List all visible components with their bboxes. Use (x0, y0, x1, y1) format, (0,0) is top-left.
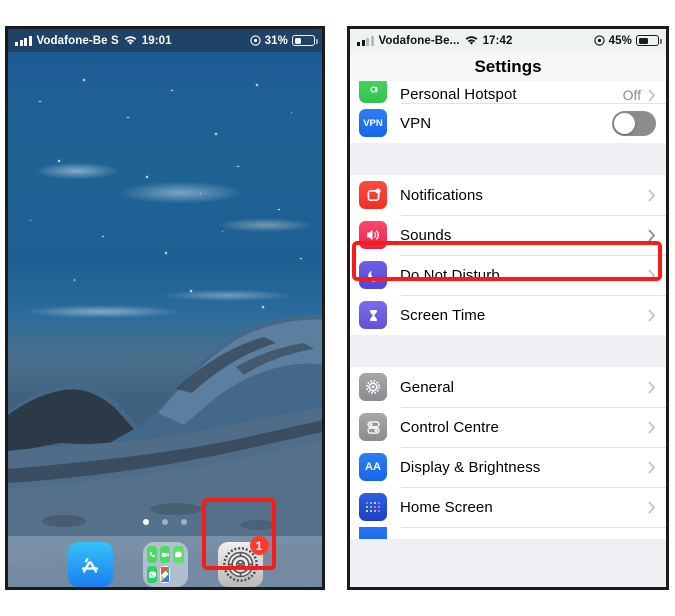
left-battery-percent: 31% (264, 34, 288, 47)
chevron-right-icon (648, 461, 656, 474)
left-clock: 19:01 (141, 34, 172, 47)
page-dot-2[interactable] (162, 519, 168, 525)
settings-group-general: General Control Centre AA Display & Brig… (350, 367, 666, 539)
sounds-speaker-icon (359, 221, 387, 249)
settings-row-label: Notifications (400, 186, 484, 204)
control-centre-icon (359, 413, 387, 441)
settings-row-control-centre[interactable]: Control Centre (350, 407, 666, 447)
personal-hotspot-icon (359, 81, 387, 103)
chevron-right-icon (648, 381, 656, 394)
chevron-right-icon (648, 421, 656, 434)
folder-mini-phone-icon (146, 546, 158, 564)
chevron-right-icon (648, 501, 656, 514)
folder-icon[interactable] (142, 542, 188, 587)
dock: 1 (8, 536, 322, 587)
group-separator (350, 143, 666, 175)
settings-row-do-not-disturb[interactable]: Do Not Disturb (350, 255, 666, 295)
settings-badge: 1 (249, 536, 269, 555)
partial-app-icon (359, 527, 387, 539)
right-battery-percent: 45% (608, 34, 632, 47)
settings-list-screen: Settings Personal Hotspot Off VPN VPN No… (350, 52, 666, 587)
location-services-icon (594, 35, 605, 46)
settings-group-notifications: Notifications Sounds Do Not Disturb Scre… (350, 175, 666, 335)
chevron-right-icon (648, 269, 656, 282)
settings-group-connectivity: Personal Hotspot Off VPN VPN (350, 81, 666, 143)
left-status-bar: Vodafone-Be S 19:01 31% (8, 29, 322, 52)
right-phone-settings-screen: Vodafone-Be... 17:42 45% Settings Person… (347, 26, 669, 590)
home-screen-canvas: 1 (8, 52, 322, 587)
vpn-toggle[interactable] (612, 110, 656, 136)
vpn-icon: VPN (359, 109, 387, 137)
battery-icon (636, 35, 662, 46)
screen-time-hourglass-icon (359, 301, 387, 329)
settings-row-label: Sounds (400, 226, 452, 244)
folder-mini-whatsapp-icon (146, 565, 158, 583)
folder-mini-facetime-icon (159, 546, 171, 564)
settings-row-label: Personal Hotspot (400, 86, 517, 103)
chevron-right-icon (648, 189, 656, 202)
settings-gear-icon[interactable]: 1 (217, 536, 269, 587)
right-carrier-label: Vodafone-Be... (378, 34, 460, 47)
settings-row-label: Home Screen (400, 498, 493, 516)
wifi-icon (124, 35, 137, 46)
chevron-right-icon (648, 89, 656, 102)
page-indicator-dots[interactable] (8, 519, 322, 525)
left-phone-home-screen: Vodafone-Be S 19:01 31% 1 (5, 26, 325, 590)
do-not-disturb-moon-icon (359, 261, 387, 289)
display-brightness-icon: AA (359, 453, 387, 481)
signal-bars-icon (357, 35, 374, 46)
app-store-icon[interactable] (67, 542, 113, 587)
folder-mini-shortcuts-icon (159, 565, 171, 583)
screenshot-stage: Vodafone-Be S 19:01 31% 1 Vodafone-Be...… (0, 0, 675, 616)
chevron-right-icon (648, 229, 656, 242)
settings-row-general[interactable]: General (350, 367, 666, 407)
settings-row-screen-time[interactable]: Screen Time (350, 295, 666, 335)
settings-row-label: Do Not Disturb (400, 266, 500, 284)
settings-row-value: Off (622, 87, 641, 103)
page-dot-3[interactable] (181, 519, 187, 525)
signal-bars-icon (15, 35, 32, 46)
battery-icon (292, 35, 318, 46)
home-screen-icon (359, 493, 387, 521)
settings-row-label: VPN (400, 114, 432, 132)
wifi-icon (465, 35, 478, 46)
folder-mini-messages-icon (172, 546, 184, 564)
settings-row-cut-off[interactable] (350, 527, 666, 539)
settings-row-sounds[interactable]: Sounds (350, 215, 666, 255)
settings-row-label: Control Centre (400, 418, 499, 436)
settings-row-vpn[interactable]: VPN VPN (350, 103, 666, 143)
settings-row-home-screen[interactable]: Home Screen (350, 487, 666, 527)
page-dot-1[interactable] (143, 519, 149, 525)
settings-row-label: General (400, 378, 455, 396)
settings-row-personal-hotspot[interactable]: Personal Hotspot Off (350, 81, 666, 103)
settings-row-label: Screen Time (400, 306, 486, 324)
notifications-icon (359, 181, 387, 209)
right-clock: 17:42 (482, 34, 513, 47)
settings-row-display-brightness[interactable]: AA Display & Brightness (350, 447, 666, 487)
chevron-right-icon (648, 309, 656, 322)
group-separator (350, 335, 666, 367)
settings-row-label: Display & Brightness (400, 458, 541, 476)
general-gear-icon (359, 373, 387, 401)
folder-mini-empty (173, 566, 184, 583)
right-status-bar: Vodafone-Be... 17:42 45% (350, 29, 666, 52)
left-carrier-label: Vodafone-Be S (36, 34, 119, 47)
page-title: Settings (350, 52, 666, 81)
settings-row-notifications[interactable]: Notifications (350, 175, 666, 215)
location-services-icon (250, 35, 261, 46)
